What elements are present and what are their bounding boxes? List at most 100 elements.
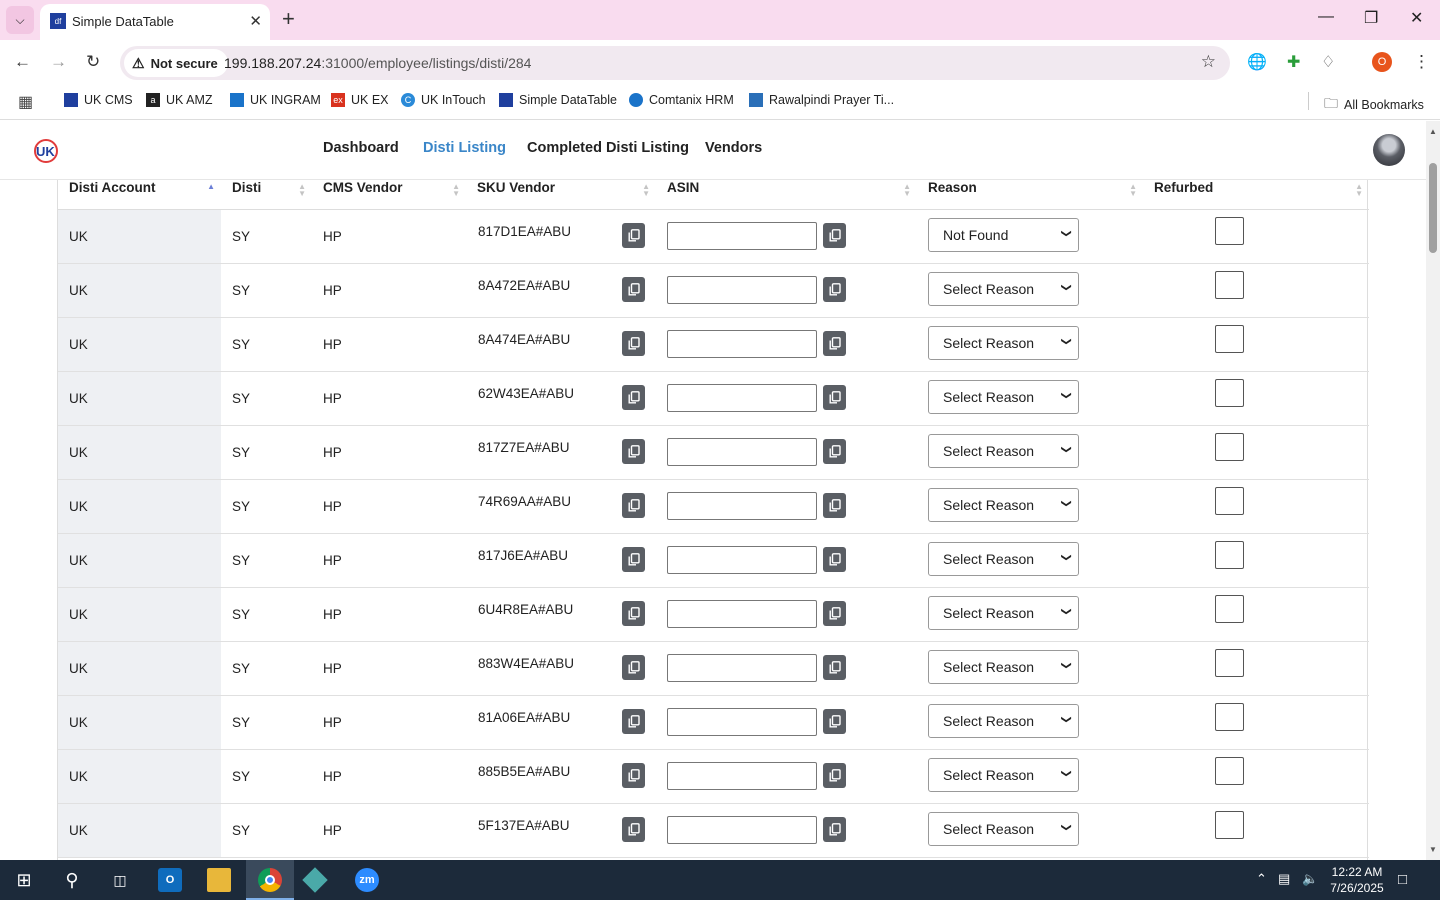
reason-select[interactable]: Select Reason ❯ xyxy=(928,326,1079,360)
browser-menu-icon[interactable]: ⋮ xyxy=(1413,52,1430,72)
app-diamond-icon[interactable] xyxy=(302,867,328,893)
url-text[interactable]: 199.188.207.24:31000/employee/listings/d… xyxy=(224,55,531,71)
asin-input[interactable] xyxy=(667,222,817,250)
asin-input[interactable] xyxy=(667,492,817,520)
minimize-icon[interactable]: — xyxy=(1318,8,1334,26)
copy-sku-button[interactable] xyxy=(622,493,645,518)
refurbed-checkbox[interactable] xyxy=(1215,379,1244,407)
paste-asin-button[interactable] xyxy=(823,547,846,572)
refurbed-checkbox[interactable] xyxy=(1215,811,1244,839)
chrome-icon[interactable] xyxy=(258,868,282,892)
nav-disti-listing[interactable]: Disti Listing xyxy=(423,140,506,156)
extensions-puzzle-icon[interactable]: ♢ xyxy=(1321,52,1335,72)
paste-asin-button[interactable] xyxy=(823,331,846,356)
tab-search-button[interactable]: ⌵ xyxy=(6,6,34,34)
bookmark-uk-ingram[interactable]: UK INGRAM xyxy=(230,93,321,107)
task-view-icon[interactable]: ◫ xyxy=(108,868,132,892)
translate-icon[interactable]: 🌐 xyxy=(1247,52,1267,72)
reload-icon[interactable]: ↻ xyxy=(86,52,100,72)
paste-asin-button[interactable] xyxy=(823,601,846,626)
refurbed-checkbox[interactable] xyxy=(1215,487,1244,515)
zoom-icon[interactable]: zm xyxy=(355,868,379,892)
paste-asin-button[interactable] xyxy=(823,763,846,788)
asin-input[interactable] xyxy=(667,600,817,628)
copy-sku-button[interactable] xyxy=(622,223,645,248)
restore-icon[interactable]: ❐ xyxy=(1364,8,1378,28)
back-icon[interactable]: ← xyxy=(14,52,31,72)
column-header-refurbed[interactable]: Refurbed ▲ ▼ xyxy=(1143,180,1369,210)
search-icon[interactable]: ⚲ xyxy=(60,868,84,892)
paste-asin-button[interactable] xyxy=(823,493,846,518)
refurbed-checkbox[interactable] xyxy=(1215,217,1244,245)
paste-asin-button[interactable] xyxy=(823,385,846,410)
extension-plus-icon[interactable]: ✚ xyxy=(1287,52,1300,72)
copy-sku-button[interactable] xyxy=(622,655,645,680)
uk-logo-icon[interactable]: UK xyxy=(32,137,60,165)
bookmark-star-icon[interactable]: ☆ xyxy=(1201,52,1216,72)
bookmark-simple-datatable[interactable]: Simple DataTable xyxy=(499,93,617,107)
copy-sku-button[interactable] xyxy=(622,763,645,788)
reason-select[interactable]: Select Reason ❯ xyxy=(928,434,1079,468)
paste-asin-button[interactable] xyxy=(823,817,846,842)
reason-select[interactable]: Select Reason ❯ xyxy=(928,272,1079,306)
bookmark-uk-ex[interactable]: ex UK EX xyxy=(331,93,389,107)
file-explorer-icon[interactable] xyxy=(207,868,231,892)
nav-completed-disti-listing[interactable]: Completed Disti Listing xyxy=(527,140,689,156)
taskbar-clock[interactable]: 12:22 AM 7/26/2025 xyxy=(1322,864,1392,896)
reason-select[interactable]: Select Reason ❯ xyxy=(928,704,1079,738)
forward-icon[interactable]: → xyxy=(50,52,67,72)
new-tab-button[interactable]: + xyxy=(282,6,295,32)
apps-grid-icon[interactable]: ▦ xyxy=(18,92,33,112)
asin-input[interactable] xyxy=(667,708,817,736)
address-bar[interactable]: ⚠ Not secure 199.188.207.24:31000/employ… xyxy=(120,46,1230,80)
asin-input[interactable] xyxy=(667,816,817,844)
refurbed-checkbox[interactable] xyxy=(1215,649,1244,677)
paste-asin-button[interactable] xyxy=(823,439,846,464)
column-header-cms-vendor[interactable]: CMS Vendor ▲ ▼ xyxy=(312,180,466,210)
asin-input[interactable] xyxy=(667,654,817,682)
reason-select[interactable]: Select Reason ❯ xyxy=(928,650,1079,684)
reason-select[interactable]: Select Reason ❯ xyxy=(928,488,1079,522)
page-scrollbar[interactable]: ▲ ▼ xyxy=(1426,121,1440,860)
copy-sku-button[interactable] xyxy=(622,277,645,302)
column-header-asin[interactable]: ASIN ▲ ▼ xyxy=(656,180,917,210)
profile-avatar[interactable]: O xyxy=(1372,52,1392,72)
copy-sku-button[interactable] xyxy=(622,709,645,734)
tray-chevron-icon[interactable]: ⌃ xyxy=(1256,871,1267,887)
copy-sku-button[interactable] xyxy=(622,817,645,842)
bookmark-comtanix-hrm[interactable]: Comtanix HRM xyxy=(629,93,734,107)
asin-input[interactable] xyxy=(667,546,817,574)
paste-asin-button[interactable] xyxy=(823,655,846,680)
asin-input[interactable] xyxy=(667,384,817,412)
copy-sku-button[interactable] xyxy=(622,439,645,464)
volume-muted-icon[interactable]: 🔈 xyxy=(1302,871,1318,887)
refurbed-checkbox[interactable] xyxy=(1215,325,1244,353)
asin-input[interactable] xyxy=(667,762,817,790)
close-window-icon[interactable]: ✕ xyxy=(1410,8,1423,28)
bookmark-uk-amz[interactable]: a UK AMZ xyxy=(146,93,213,107)
reason-select[interactable]: Select Reason ❯ xyxy=(928,812,1079,846)
column-header-sku-vendor[interactable]: SKU Vendor ▲ ▼ xyxy=(466,180,656,210)
asin-input[interactable] xyxy=(667,330,817,358)
reason-select[interactable]: Select Reason ❯ xyxy=(928,758,1079,792)
copy-sku-button[interactable] xyxy=(622,601,645,626)
security-chip[interactable]: ⚠ Not secure xyxy=(124,49,228,77)
bookmark-rawalpindi-prayer[interactable]: Rawalpindi Prayer Ti... xyxy=(749,93,894,107)
asin-input[interactable] xyxy=(667,438,817,466)
scroll-down-icon[interactable]: ▼ xyxy=(1429,845,1437,854)
paste-asin-button[interactable] xyxy=(823,277,846,302)
notifications-icon[interactable]: □ xyxy=(1398,871,1407,888)
refurbed-checkbox[interactable] xyxy=(1215,595,1244,623)
refurbed-checkbox[interactable] xyxy=(1215,271,1244,299)
paste-asin-button[interactable] xyxy=(823,709,846,734)
reason-select[interactable]: Not Found ❯ xyxy=(928,218,1079,252)
refurbed-checkbox[interactable] xyxy=(1215,541,1244,569)
close-tab-icon[interactable]: ✕ xyxy=(249,12,262,30)
reason-select[interactable]: Select Reason ❯ xyxy=(928,380,1079,414)
nav-vendors[interactable]: Vendors xyxy=(705,140,762,156)
reason-select[interactable]: Select Reason ❯ xyxy=(928,542,1079,576)
bookmark-uk-cms[interactable]: UK CMS xyxy=(64,93,133,107)
network-icon[interactable]: ▤ xyxy=(1278,871,1290,887)
bookmark-uk-intouch[interactable]: C UK InTouch xyxy=(401,93,486,107)
asin-input[interactable] xyxy=(667,276,817,304)
